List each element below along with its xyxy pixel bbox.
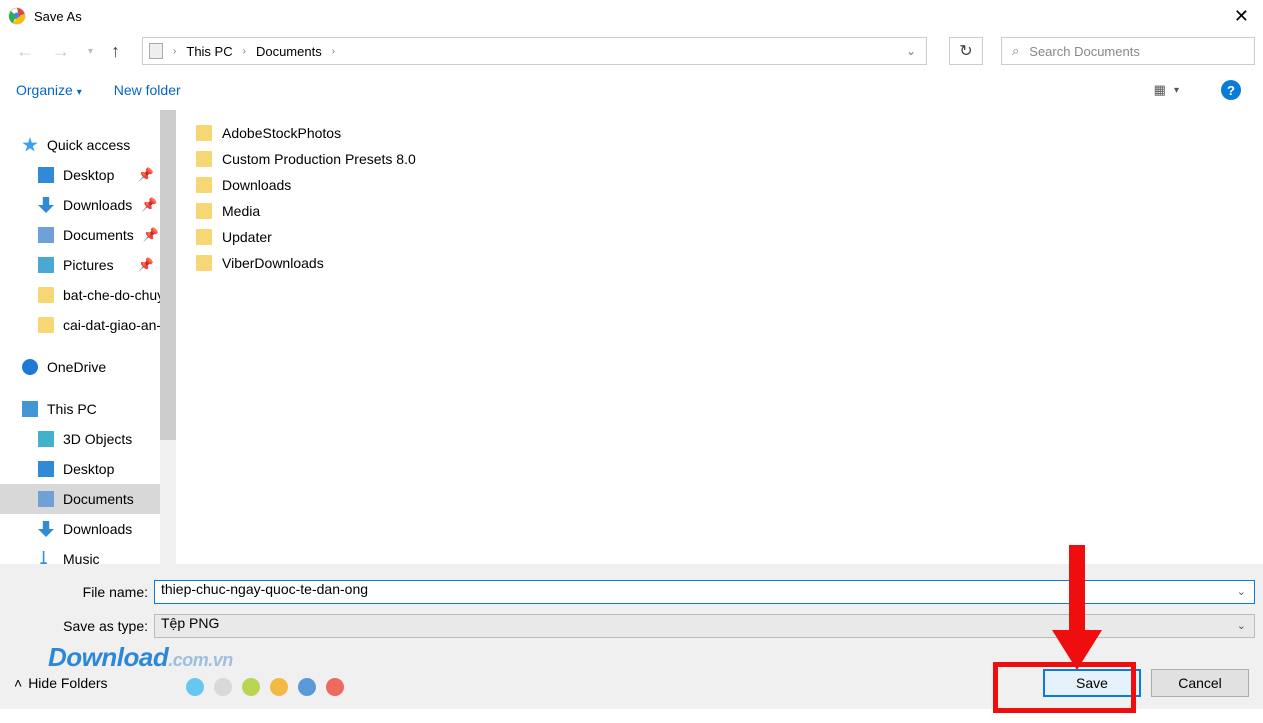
scrollbar-thumb[interactable]: [160, 110, 176, 440]
3d-icon: [38, 431, 54, 447]
filename-label: File name:: [0, 584, 154, 600]
sidebar-item-pictures[interactable]: Pictures 📌: [0, 250, 176, 280]
main-area: Quick access Desktop 📌 Downloads 📌 Docum…: [0, 110, 1263, 564]
download-icon: [38, 197, 54, 213]
pin-icon: 📌: [143, 227, 159, 243]
cloud-icon: [22, 359, 38, 375]
file-list[interactable]: AdobeStockPhotos Custom Production Prese…: [176, 110, 1263, 564]
titlebar: Save As ✕: [0, 0, 1263, 32]
search-placeholder: Search Documents: [1029, 44, 1140, 59]
dot: [242, 678, 260, 696]
download-icon: [38, 521, 54, 537]
monitor-icon: [38, 167, 54, 183]
toolbar: Organize ▾ New folder ▦ ▾ ?: [0, 70, 1263, 110]
doc-icon: [149, 43, 163, 59]
chevron-right-icon: ›: [173, 46, 176, 57]
pin-icon: 📌: [138, 167, 154, 183]
folder-icon: [196, 255, 212, 271]
sidebar-item-downloads[interactable]: Downloads: [0, 514, 176, 544]
sidebar-item-folder[interactable]: bat-che-do-chuy: [0, 280, 176, 310]
window-title: Save As: [34, 9, 82, 24]
view-mode-button[interactable]: ▦ ▾: [1154, 82, 1179, 98]
layout-icon: ▦: [1154, 82, 1166, 98]
nav-row: ← → ▾ ↑ › This PC › Documents › ⌄ ↻ ⌕ Se…: [0, 32, 1263, 70]
refresh-button[interactable]: ↻: [949, 37, 983, 65]
chevron-up-icon: ˄: [14, 675, 22, 691]
watermark: Download.com.vn: [48, 642, 233, 673]
search-input[interactable]: ⌕ Search Documents: [1001, 37, 1255, 65]
sidebar-item-documents[interactable]: Documents 📌: [0, 220, 176, 250]
chevron-down-icon[interactable]: ⌄: [906, 44, 916, 58]
sidebar-item-documents[interactable]: Documents: [0, 484, 176, 514]
folder-icon: [196, 229, 212, 245]
filename-input[interactable]: thiep-chuc-ngay-quoc-te-dan-ong ⌄: [154, 580, 1255, 604]
pc-icon: [22, 401, 38, 417]
back-button[interactable]: ←: [16, 41, 34, 62]
monitor-icon: [38, 461, 54, 477]
sidebar-item-folder[interactable]: cai-dat-giao-an-: [0, 310, 176, 340]
list-item[interactable]: AdobeStockPhotos: [196, 120, 1263, 146]
forward-button[interactable]: →: [52, 41, 70, 62]
folder-icon: [196, 177, 212, 193]
save-button[interactable]: Save: [1043, 669, 1141, 697]
savetype-select[interactable]: Tệp PNG ⌄: [154, 614, 1255, 638]
address-bar[interactable]: › This PC › Documents › ⌄: [142, 37, 927, 65]
sidebar: Quick access Desktop 📌 Downloads 📌 Docum…: [0, 110, 176, 564]
sidebar-scrollbar[interactable]: [160, 110, 176, 564]
chrome-icon: [8, 7, 26, 25]
breadcrumb-item[interactable]: This PC: [186, 44, 232, 59]
list-item[interactable]: Custom Production Presets 8.0: [196, 146, 1263, 172]
breadcrumb-item[interactable]: Documents: [256, 44, 322, 59]
dot: [214, 678, 232, 696]
folder-icon: [38, 317, 54, 333]
chevron-right-icon: ›: [332, 46, 335, 57]
chevron-down-icon[interactable]: ⌄: [1237, 585, 1246, 598]
close-icon[interactable]: ✕: [1234, 6, 1249, 27]
hide-folders-button[interactable]: ˄ Hide Folders: [14, 675, 108, 691]
sidebar-onedrive[interactable]: OneDrive: [0, 352, 176, 382]
dot: [270, 678, 288, 696]
chevron-down-icon[interactable]: ⌄: [1237, 619, 1246, 632]
folder-icon: [38, 287, 54, 303]
dot: [186, 678, 204, 696]
up-button[interactable]: ↑: [111, 41, 120, 62]
organize-button[interactable]: Organize ▾: [16, 82, 82, 98]
list-item[interactable]: Updater: [196, 224, 1263, 250]
dot: [298, 678, 316, 696]
pin-icon: 📌: [141, 197, 157, 213]
recent-dropdown[interactable]: ▾: [88, 46, 93, 57]
sidebar-item-desktop[interactable]: Desktop 📌: [0, 160, 176, 190]
list-item[interactable]: ViberDownloads: [196, 250, 1263, 276]
cancel-button[interactable]: Cancel: [1151, 669, 1249, 697]
pin-icon: 📌: [138, 257, 154, 273]
help-button[interactable]: ?: [1221, 80, 1241, 100]
sidebar-item-desktop[interactable]: Desktop: [0, 454, 176, 484]
star-icon: [22, 137, 38, 153]
sidebar-item-downloads[interactable]: Downloads 📌: [0, 190, 176, 220]
doc-icon: [38, 491, 54, 507]
list-item[interactable]: Media: [196, 198, 1263, 224]
folder-icon: [196, 203, 212, 219]
decorative-dots: [186, 678, 344, 696]
dot: [326, 678, 344, 696]
folder-icon: [196, 125, 212, 141]
search-icon: ⌕: [1012, 43, 1019, 59]
new-folder-button[interactable]: New folder: [114, 82, 181, 98]
chevron-right-icon: ›: [243, 46, 246, 57]
list-item[interactable]: Downloads: [196, 172, 1263, 198]
sidebar-this-pc[interactable]: This PC: [0, 394, 176, 424]
sidebar-item-3d-objects[interactable]: 3D Objects: [0, 424, 176, 454]
sidebar-quick-access[interactable]: Quick access: [0, 130, 176, 160]
folder-icon: [196, 151, 212, 167]
picture-icon: [38, 257, 54, 273]
doc-icon: [38, 227, 54, 243]
savetype-label: Save as type:: [0, 618, 154, 634]
